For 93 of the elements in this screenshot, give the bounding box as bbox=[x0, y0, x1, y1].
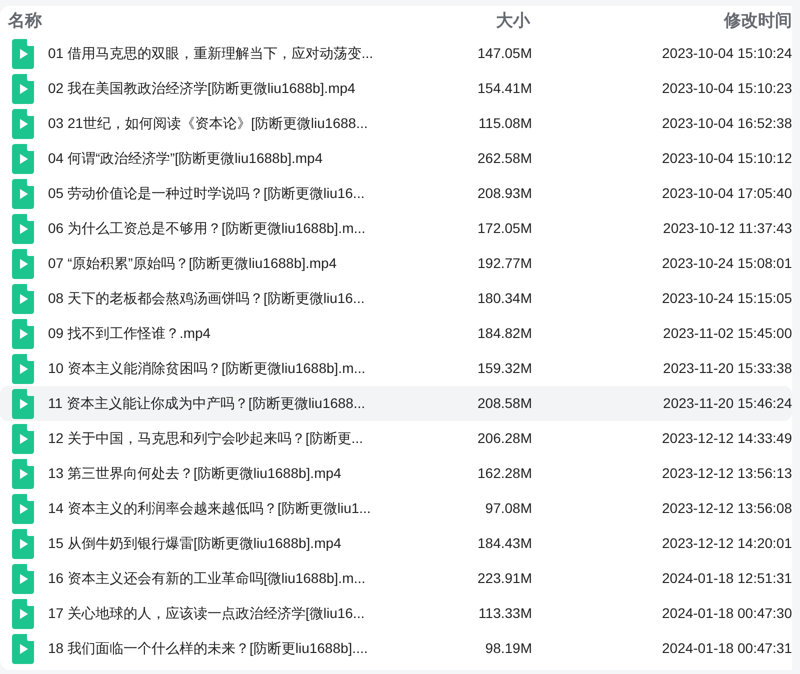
file-row[interactable]: 02 我在美国教政治经济学[防断更微liu1688b].mp4 154.41M 2023-10-04 15:10:23 bbox=[0, 71, 792, 106]
file-row[interactable]: 05 劳动价值论是一种过时学说吗？[防断更微liu16... 208.93M 2023-10-04 17:05:40 bbox=[0, 176, 792, 211]
file-row[interactable]: 12 关于中国，马克思和列宁会吵起来吗？[防断更... 206.28M 2023-12-12 14:33:49 bbox=[0, 421, 792, 456]
file-name: 13 第三世界向何处去？[防断更微liu1688b].mp4 bbox=[48, 464, 342, 483]
file-size: 98.19M bbox=[484, 639, 532, 658]
file-row[interactable]: 11 资本主义能让你成为中产吗？[防断更微liu1688... 208.58M 2023-11-20 15:46:24 bbox=[0, 386, 792, 421]
file-size: 262.58M bbox=[476, 149, 532, 168]
file-size: 113.33M bbox=[478, 604, 532, 623]
file-row[interactable]: 13 第三世界向何处去？[防断更微liu1688b].mp4 162.28M 2023-12-12 13:56:13 bbox=[0, 456, 792, 491]
modified-time: 2023-12-12 14:20:01 bbox=[661, 534, 792, 553]
file-row[interactable]: 16 资本主义还会有新的工业革命吗[微liu1688b].m... 223.91M 2024-01-18 12:51:31 bbox=[0, 561, 792, 596]
file-size: 223.91M bbox=[476, 569, 532, 588]
video-file-icon bbox=[12, 388, 34, 418]
file-row[interactable]: 17 关心地球的人，应该读一点政治经济学[微liu16... 113.33M 2024-01-18 00:47:30 bbox=[0, 596, 792, 631]
file-size: 206.28M bbox=[476, 429, 532, 448]
file-name: 05 劳动价值论是一种过时学说吗？[防断更微liu16... bbox=[48, 184, 366, 203]
video-file-icon bbox=[12, 458, 34, 488]
video-file-icon bbox=[12, 424, 34, 454]
modified-time: 2023-11-02 15:45:00 bbox=[662, 324, 792, 343]
file-size: 147.05M bbox=[476, 44, 532, 63]
file-name: 04 何谓“政治经济学”[防断更微liu1688b].mp4 bbox=[48, 149, 324, 168]
video-file-icon bbox=[12, 598, 34, 628]
video-file-icon bbox=[12, 178, 34, 208]
file-row[interactable]: 15 从倒牛奶到银行爆雷[防断更微liu1688b].mp4 184.43M 2023-12-12 14:20:01 bbox=[0, 526, 792, 561]
modified-time: 2023-10-04 16:52:38 bbox=[661, 114, 792, 133]
modified-time: 2023-10-24 15:08:01 bbox=[661, 254, 792, 273]
file-row[interactable]: 03 21世纪，如何阅读《资本论》[防断更微liu1688... 115.08M 2023-10-04 16:52:38 bbox=[0, 106, 792, 141]
modified-time: 2024-01-18 12:51:31 bbox=[661, 569, 792, 588]
file-row[interactable]: 07 “原始积累”原始吗？[防断更微liu1688b].mp4 192.77M 2023-10-24 15:08:01 bbox=[0, 246, 792, 281]
file-name: 18 我们面临一个什么样的未来？[防断更liu1688b].... bbox=[48, 639, 369, 658]
file-name: 02 我在美国教政治经济学[防断更微liu1688b].mp4 bbox=[48, 79, 356, 98]
modified-time: 2023-10-12 11:37:43 bbox=[662, 219, 792, 238]
file-row[interactable]: 01 借用马克思的双眼，重新理解当下，应对动荡变... 147.05M 2023-10-04 15:10:24 bbox=[0, 36, 792, 71]
file-name: 07 “原始积累”原始吗？[防断更微liu1688b].mp4 bbox=[48, 254, 338, 273]
video-file-icon bbox=[12, 38, 34, 68]
file-size: 159.32M bbox=[476, 359, 532, 378]
file-size: 115.08M bbox=[478, 114, 532, 133]
modified-time: 2023-10-04 15:10:24 bbox=[661, 44, 792, 63]
video-file-icon bbox=[12, 564, 34, 594]
file-name: 08 天下的老板都会熬鸡汤画饼吗？[防断更微liu16... bbox=[48, 289, 366, 308]
file-row[interactable]: 04 何谓“政治经济学”[防断更微liu1688b].mp4 262.58M 2023-10-04 15:10:12 bbox=[0, 141, 792, 176]
file-row[interactable]: 14 资本主义的利润率会越来越低吗？[防断更微liu1... 97.08M 2023-12-12 13:56:08 bbox=[0, 491, 792, 526]
file-name: 11 资本主义能让你成为中产吗？[防断更微liu1688... bbox=[48, 394, 366, 413]
modified-time: 2023-11-20 15:33:38 bbox=[662, 359, 792, 378]
video-file-icon bbox=[12, 144, 34, 174]
modified-time: 2023-12-12 14:33:49 bbox=[661, 429, 792, 448]
video-file-icon bbox=[12, 108, 34, 138]
column-header[interactable]: 大小 bbox=[332, 8, 532, 34]
video-file-icon bbox=[12, 318, 34, 348]
video-file-icon bbox=[12, 494, 34, 524]
video-file-icon bbox=[12, 284, 34, 314]
file-name: 16 资本主义还会有新的工业革命吗[微liu1688b].m... bbox=[48, 569, 366, 588]
modified-time: 2023-10-04 15:10:23 bbox=[661, 79, 792, 98]
modified-time: 2023-12-12 13:56:13 bbox=[661, 464, 792, 483]
file-size: 184.82M bbox=[476, 324, 532, 343]
video-file-icon bbox=[12, 528, 34, 558]
file-name: 01 借用马克思的双眼，重新理解当下，应对动荡变... bbox=[48, 44, 374, 63]
file-row[interactable]: 06 为什么工资总是不够用？[防断更微liu1688b].m... 172.05M 2023-10-12 11:37:43 bbox=[0, 211, 792, 246]
file-size: 184.43M bbox=[476, 534, 532, 553]
file-name: 12 关于中国，马克思和列宁会吵起来吗？[防断更... bbox=[48, 429, 364, 448]
file-size: 192.77M bbox=[476, 254, 532, 273]
file-size: 97.08M bbox=[484, 499, 532, 518]
modified-time: 2023-10-24 15:15:05 bbox=[661, 289, 792, 308]
file-name: 15 从倒牛奶到银行爆雷[防断更微liu1688b].mp4 bbox=[48, 534, 342, 553]
file-size: 154.41M bbox=[476, 79, 532, 98]
video-file-icon bbox=[12, 634, 34, 664]
file-size: 162.28M bbox=[476, 464, 532, 483]
file-row[interactable]: 09 找不到工作怪谁？.mp4 184.82M 2023-11-02 15:45:00 bbox=[0, 316, 792, 351]
modified-time: 2023-11-20 15:46:24 bbox=[662, 394, 792, 413]
modified-time: 2023-10-04 17:05:40 bbox=[661, 184, 792, 203]
file-size: 172.05M bbox=[476, 219, 532, 238]
file-size: 208.58M bbox=[476, 394, 532, 413]
modified-time: 2024-01-18 00:47:31 bbox=[661, 639, 792, 658]
file-name: 17 关心地球的人，应该读一点政治经济学[微liu16... bbox=[48, 604, 366, 623]
file-size: 180.34M bbox=[476, 289, 532, 308]
file-row[interactable]: 08 天下的老板都会熬鸡汤画饼吗？[防断更微liu16... 180.34M 2023-10-24 15:15:05 bbox=[0, 281, 792, 316]
column-header[interactable]: 修改时间 bbox=[532, 8, 792, 34]
file-name: 10 资本主义能消除贫困吗？[防断更微liu1688b].m... bbox=[48, 359, 366, 378]
file-name: 03 21世纪，如何阅读《资本论》[防断更微liu1688... bbox=[48, 114, 369, 133]
modified-time: 2023-12-12 13:56:08 bbox=[661, 499, 792, 518]
video-file-icon bbox=[12, 248, 34, 278]
video-file-icon bbox=[12, 74, 34, 104]
video-file-icon bbox=[12, 214, 34, 244]
video-file-icon bbox=[12, 354, 34, 384]
file-name: 09 找不到工作怪谁？.mp4 bbox=[48, 324, 212, 343]
file-name: 14 资本主义的利润率会越来越低吗？[防断更微liu1... bbox=[48, 499, 372, 518]
modified-time: 2023-10-04 15:10:12 bbox=[661, 149, 792, 168]
column-header[interactable]: 名称 bbox=[8, 8, 332, 34]
file-size: 208.93M bbox=[476, 184, 532, 203]
file-row[interactable]: 10 资本主义能消除贫困吗？[防断更微liu1688b].m... 159.32M 2023-11-20 15:33:38 bbox=[0, 351, 792, 386]
file-name: 06 为什么工资总是不够用？[防断更微liu1688b].m... bbox=[48, 219, 366, 238]
modified-time: 2024-01-18 00:47:30 bbox=[661, 604, 792, 623]
file-row[interactable]: 18 我们面临一个什么样的未来？[防断更liu1688b].... 98.19M 2024-01-18 00:47:31 bbox=[0, 631, 792, 666]
